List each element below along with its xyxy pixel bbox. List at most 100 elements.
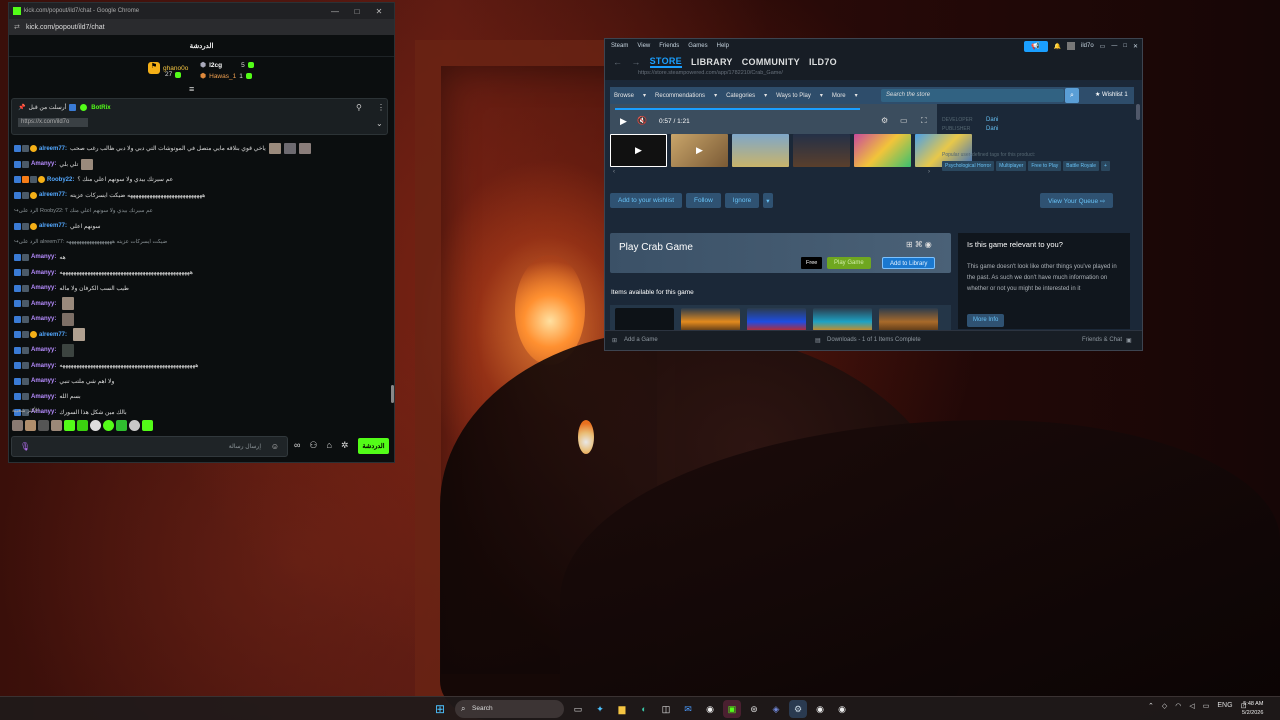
- close-button[interactable]: ✕: [1133, 43, 1138, 50]
- tag[interactable]: Free to Play: [1028, 161, 1062, 171]
- settings-icon[interactable]: ⚙: [881, 116, 888, 125]
- chat-username[interactable]: Amanyy:: [31, 347, 56, 353]
- tray-app-icon[interactable]: ◇: [1162, 702, 1167, 710]
- chevron-left-icon[interactable]: ‹: [613, 169, 615, 175]
- bell-icon[interactable]: 🔔: [1054, 43, 1061, 50]
- menu-view[interactable]: View: [637, 43, 650, 49]
- emoji-icon[interactable]: ☺: [271, 442, 279, 451]
- chat-username[interactable]: Amanyy:: [31, 301, 56, 307]
- expand-icon[interactable]: ≡: [189, 84, 194, 94]
- more-info-button[interactable]: More Info: [967, 314, 1005, 327]
- add-icon[interactable]: ⊞: [612, 337, 617, 344]
- chat-username[interactable]: alreem77:: [39, 146, 67, 152]
- megaphone-icon[interactable]: 📢: [1023, 40, 1048, 52]
- emote-button[interactable]: [25, 420, 36, 431]
- volume-icon[interactable]: ◁: [1189, 702, 1194, 710]
- chrome-profile-icon[interactable]: ◉: [811, 700, 829, 718]
- language-indicator[interactable]: ENG: [1217, 702, 1232, 710]
- windows-start-icon[interactable]: ⊞: [435, 702, 445, 716]
- chat-username[interactable]: alreem77:: [39, 192, 67, 198]
- emote-button[interactable]: [142, 420, 153, 431]
- subnav-ways-to-play[interactable]: Ways to Play: [776, 93, 811, 99]
- chat-icon[interactable]: ▣: [1126, 337, 1132, 344]
- widgets-icon[interactable]: ✦: [591, 700, 609, 718]
- subnav-more[interactable]: More: [832, 93, 846, 99]
- downloads-status[interactable]: Downloads - 1 of 1 Items Complete: [827, 337, 921, 343]
- chat-username[interactable]: Amanyy:: [31, 394, 56, 400]
- edge-icon[interactable]: ◐: [635, 700, 653, 718]
- chrome-profile-icon[interactable]: ◉: [833, 700, 851, 718]
- chat-username[interactable]: Amanyy:: [31, 316, 56, 322]
- tag[interactable]: Psychological Horror: [942, 161, 995, 171]
- item-card[interactable]: [813, 308, 872, 331]
- store-search-input[interactable]: Search the store: [881, 89, 1064, 102]
- minimize-button[interactable]: —: [1111, 43, 1117, 49]
- thumbnail-video[interactable]: ▶: [610, 134, 667, 167]
- tag[interactable]: Multiplayer: [996, 161, 1027, 171]
- clock[interactable]: 5:48 AM 5/2/2026: [1242, 700, 1263, 718]
- back-arrow-icon[interactable]: ←: [613, 57, 622, 67]
- pinned-link[interactable]: https://x.com/ild7o: [18, 118, 88, 127]
- nav-user[interactable]: ILD7O: [809, 57, 837, 67]
- emote-button[interactable]: [103, 420, 114, 431]
- subnav-recommendations[interactable]: Recommendations: [655, 93, 705, 99]
- subnav-browse[interactable]: Browse: [614, 93, 634, 99]
- emote-button[interactable]: [64, 420, 75, 431]
- add-game-button[interactable]: Add a Game: [624, 337, 658, 343]
- chat-input[interactable]: 🎙 إرسال رسالة ☺: [11, 436, 288, 457]
- video-progress[interactable]: [615, 108, 860, 110]
- item-card[interactable]: [879, 308, 938, 331]
- chevron-down-icon[interactable]: ▾: [763, 193, 773, 208]
- account-name[interactable]: ild7o: [1081, 43, 1094, 49]
- chrome-icon[interactable]: ◉: [701, 700, 719, 718]
- nav-store[interactable]: STORE: [649, 56, 682, 68]
- menu-help[interactable]: Help: [717, 43, 729, 49]
- nav-community[interactable]: COMMUNITY: [742, 57, 800, 67]
- search-icon[interactable]: ⌕: [1065, 88, 1079, 103]
- microphone-icon[interactable]: 🎙: [20, 442, 30, 451]
- chat-username[interactable]: alreem77:: [39, 223, 67, 229]
- unpin-icon[interactable]: ⚲: [356, 103, 362, 112]
- mute-icon[interactable]: 🔇: [637, 116, 647, 125]
- mail-icon[interactable]: ✉: [679, 700, 697, 718]
- leaderboard-entry[interactable]: ⬢ l2cg 5: [200, 61, 254, 69]
- chevron-right-icon[interactable]: ›: [928, 169, 930, 175]
- emote-button[interactable]: [12, 420, 23, 431]
- users-icon[interactable]: ⚇: [309, 440, 317, 451]
- emote-button[interactable]: [129, 420, 140, 431]
- pinned-author[interactable]: BotRix: [91, 105, 110, 111]
- kick-app-icon[interactable]: ▣: [723, 700, 741, 718]
- theater-icon[interactable]: ▭: [900, 116, 908, 125]
- gear-icon[interactable]: ✲: [341, 440, 349, 451]
- monitor-icon[interactable]: ▭: [1100, 43, 1106, 50]
- emote-button[interactable]: [77, 420, 88, 431]
- tag[interactable]: Battle Royale: [1063, 161, 1100, 171]
- menu-friends[interactable]: Friends: [659, 43, 679, 49]
- menu-steam[interactable]: Steam: [611, 43, 628, 49]
- friends-chat-button[interactable]: Friends & Chat: [1082, 337, 1122, 343]
- discord-icon[interactable]: ◈: [767, 700, 785, 718]
- app-icon[interactable]: ⊛: [745, 700, 763, 718]
- item-card[interactable]: [615, 308, 674, 331]
- thumbnail-image[interactable]: [854, 134, 911, 167]
- fullscreen-icon[interactable]: ⛶: [921, 116, 927, 126]
- downloads-icon[interactable]: ▤: [815, 337, 821, 344]
- steam-icon[interactable]: ⚙: [789, 700, 807, 718]
- chat-username[interactable]: Amanyy:: [31, 363, 56, 369]
- emote-button[interactable]: [116, 420, 127, 431]
- item-card[interactable]: [681, 308, 740, 331]
- wishlist-link[interactable]: ★ Wishlist 1: [1095, 91, 1128, 98]
- wishlist-button[interactable]: Add to your wishlist: [610, 193, 682, 208]
- emote-button[interactable]: [90, 420, 101, 431]
- chat-username[interactable]: Amanyy:: [31, 270, 56, 276]
- chat-username[interactable]: Amanyy:: [31, 378, 56, 384]
- follow-button[interactable]: Follow: [686, 193, 721, 208]
- gift-icon[interactable]: ⌂: [327, 440, 332, 451]
- thumbnail-video[interactable]: ▶: [671, 134, 728, 167]
- nav-library[interactable]: LIBRARY: [691, 57, 733, 67]
- emote-button[interactable]: [38, 420, 49, 431]
- item-card[interactable]: [747, 308, 806, 331]
- chat-username[interactable]: Amanyy:: [31, 254, 56, 260]
- taskbar-search[interactable]: ⌕ Search: [455, 700, 564, 718]
- developer-link[interactable]: Dani: [986, 117, 998, 123]
